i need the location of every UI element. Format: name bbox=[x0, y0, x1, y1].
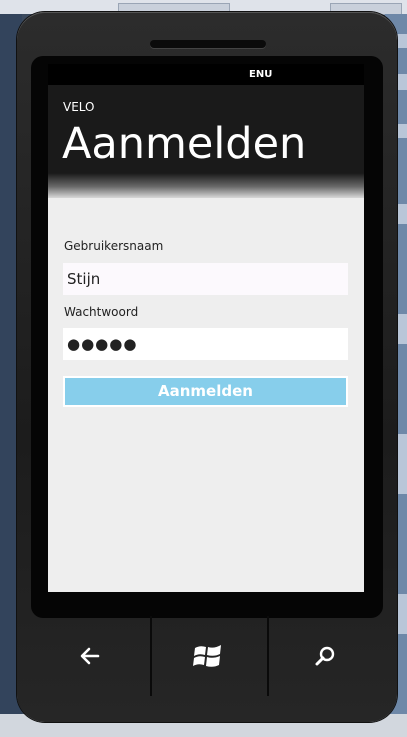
phone-screen: ENU VELO Aanmelden Gebruikersnaam Stijn … bbox=[48, 64, 364, 592]
password-input[interactable]: ●●●●● bbox=[63, 328, 348, 360]
back-arrow-icon bbox=[80, 647, 100, 665]
phone-emulator: ENU VELO Aanmelden Gebruikersnaam Stijn … bbox=[17, 12, 397, 722]
windows-logo-icon bbox=[193, 645, 221, 667]
phone-bezel: ENU VELO Aanmelden Gebruikersnaam Stijn … bbox=[31, 56, 383, 618]
password-label: Wachtwoord bbox=[64, 305, 139, 319]
page-title: Aanmelden bbox=[62, 119, 307, 169]
username-label: Gebruikersnaam bbox=[64, 239, 164, 253]
login-button[interactable]: Aanmelden bbox=[63, 376, 348, 407]
hardware-back-button[interactable] bbox=[33, 616, 148, 696]
app-title: VELO bbox=[63, 100, 95, 114]
hardware-start-button[interactable] bbox=[150, 616, 269, 696]
input-language-indicator: ENU bbox=[249, 69, 273, 80]
phone-speaker bbox=[150, 40, 266, 48]
page-header: VELO Aanmelden bbox=[48, 85, 364, 198]
status-bar: ENU bbox=[48, 64, 364, 85]
search-icon bbox=[315, 646, 335, 666]
username-input[interactable]: Stijn bbox=[63, 263, 348, 295]
hardware-search-button[interactable] bbox=[268, 616, 383, 696]
